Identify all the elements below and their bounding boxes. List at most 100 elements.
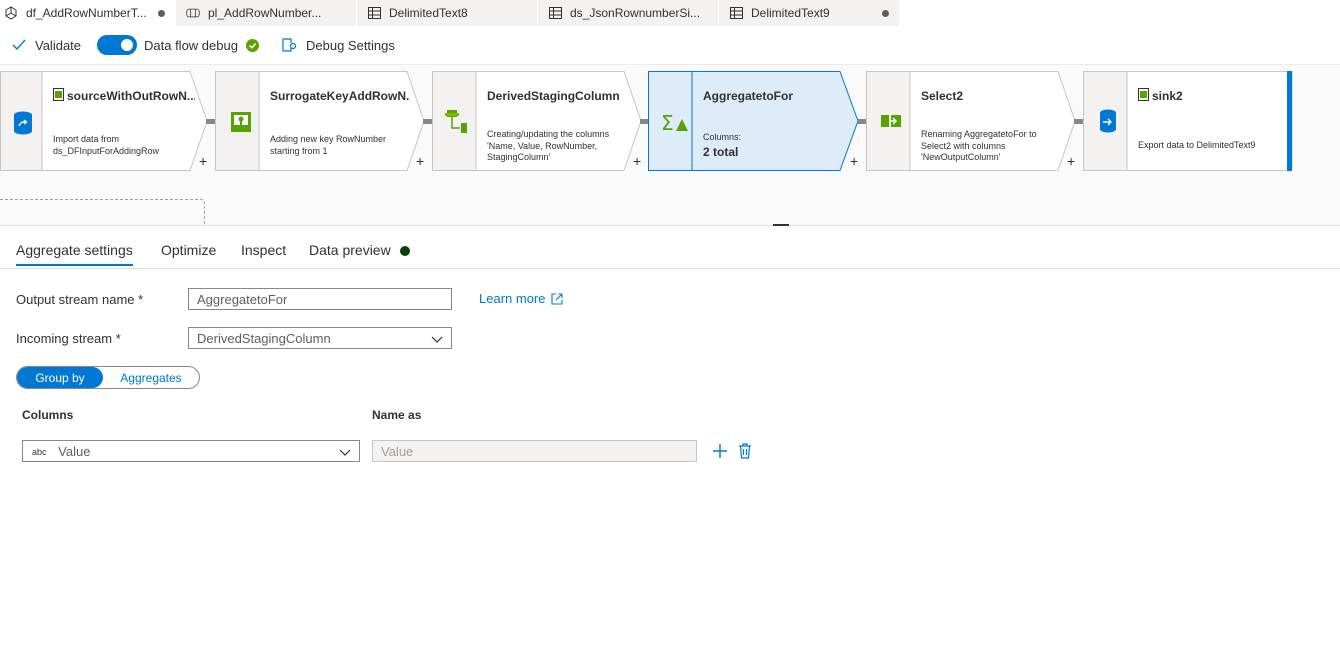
node-title: Select2 bbox=[921, 89, 964, 103]
output-stream-input[interactable]: AggregatetoFor bbox=[188, 288, 452, 310]
node-columns-total: 2 total bbox=[703, 145, 739, 159]
aggregates-button[interactable]: Aggregates bbox=[103, 367, 199, 388]
node-description: Creating/updating the columns 'Name, Val… bbox=[487, 129, 609, 164]
trash-icon bbox=[739, 443, 751, 459]
tab-label: df_AddRowNumberT... bbox=[26, 6, 147, 20]
canvas-right-edge bbox=[1287, 71, 1292, 171]
tab-ds-json[interactable]: ds_JsonRownumberSi... bbox=[538, 0, 718, 26]
node-description: Adding new key RowNumber starting from 1 bbox=[270, 134, 386, 157]
dataset-icon bbox=[1138, 88, 1149, 106]
tab-inspect[interactable]: Inspect bbox=[241, 242, 286, 258]
node-desc-line: Renaming AggregatetoFor to bbox=[921, 129, 1037, 139]
validate-button[interactable]: Validate bbox=[12, 26, 81, 64]
group-by-button[interactable]: Group by bbox=[17, 367, 103, 388]
debug-settings-button[interactable]: Debug Settings bbox=[281, 26, 395, 64]
plus-icon bbox=[713, 444, 727, 458]
column-select[interactable]: abc Value bbox=[22, 440, 360, 462]
node-columns-label: Columns: bbox=[703, 132, 742, 142]
node-desc-line: 'NewOutputColumn' bbox=[921, 152, 1001, 162]
node-desc-line: ds_DFInputForAddingRow bbox=[53, 145, 160, 156]
node-description: Import data from ds_DFInputForAddingRow bbox=[53, 134, 159, 157]
node-surrogate-key[interactable]: SurrogateKeyAddRowN... Adding new key Ro… bbox=[215, 71, 425, 171]
debug-toggle[interactable]: Data flow debug bbox=[97, 26, 259, 64]
node-desc-line: Adding new key RowNumber bbox=[270, 134, 387, 144]
debug-label: Data flow debug bbox=[144, 37, 238, 53]
resize-handle[interactable] bbox=[773, 224, 789, 226]
node-desc-line: Creating/updating the columns bbox=[487, 129, 610, 139]
node-sink[interactable]: sink2 Export data to DelimitedText9 bbox=[1083, 71, 1293, 171]
chevron-down-icon bbox=[339, 445, 351, 460]
incoming-stream-value: DerivedStagingColumn bbox=[197, 331, 331, 346]
learn-more-link[interactable]: Learn more bbox=[479, 291, 564, 306]
node-source[interactable]: sourceWithOutRowN... Import data from ds… bbox=[0, 71, 208, 171]
node-desc-line: Export data to DelimitedText9 bbox=[1138, 140, 1256, 150]
validate-label: Validate bbox=[35, 37, 82, 53]
node-description: Renaming AggregatetoFor to Select2 with … bbox=[921, 129, 1037, 164]
name-as-header: Name as bbox=[372, 408, 422, 422]
add-step-button[interactable]: + bbox=[1067, 153, 1075, 169]
node-derived-column[interactable]: DerivedStagingColumn Creating/updating t… bbox=[432, 71, 642, 171]
tab-label: pl_AddRowNumber... bbox=[208, 6, 322, 20]
status-dot-icon bbox=[400, 246, 410, 256]
node-title: SurrogateKeyAddRowN... bbox=[270, 89, 410, 103]
tab-optimize[interactable]: Optimize bbox=[161, 242, 216, 258]
tab-label: ds_JsonRownumberSi... bbox=[570, 6, 701, 20]
external-link-icon bbox=[551, 292, 564, 305]
node-select[interactable]: Select2 Renaming AggregatetoFor to Selec… bbox=[866, 71, 1076, 171]
node-aggregate[interactable]: Σ AggregatetoFor Columns: 2 total + bbox=[648, 71, 860, 171]
settings-panel-tabs: Aggregate settings Optimize Inspect Data… bbox=[0, 236, 1340, 269]
name-as-input: Value bbox=[372, 440, 697, 462]
node-desc-line: Select2 with columns bbox=[921, 140, 1006, 151]
tab-label: DelimitedText9 bbox=[751, 6, 830, 20]
tab-dataflow[interactable]: df_AddRowNumberT... bbox=[0, 0, 175, 26]
document-tab-bar: df_AddRowNumberT... pl_AddRowNumber... D… bbox=[0, 0, 1340, 26]
chevron-down-icon bbox=[431, 332, 443, 347]
derived-column-icon bbox=[445, 109, 467, 133]
dataset-icon bbox=[53, 88, 64, 106]
svg-text:Σ: Σ bbox=[661, 111, 674, 133]
tab-aggregate-settings[interactable]: Aggregate settings bbox=[16, 242, 133, 266]
add-step-button[interactable]: + bbox=[850, 153, 858, 169]
add-row-button[interactable] bbox=[712, 443, 728, 459]
groupby-aggregates-toggle[interactable]: Group by Aggregates bbox=[16, 366, 200, 389]
node-title: sink2 bbox=[1152, 89, 1183, 103]
tab-delimitedtext8[interactable]: DelimitedText8 bbox=[357, 0, 537, 26]
node-description: Export data to DelimitedText9 bbox=[1138, 140, 1256, 152]
canvas-placeholder-node[interactable] bbox=[0, 199, 205, 225]
aggregate-icon: Σ bbox=[661, 111, 688, 135]
node-title: sourceWithOutRowN... bbox=[67, 89, 195, 103]
unsaved-dot-icon bbox=[882, 9, 889, 17]
add-step-button[interactable]: + bbox=[199, 153, 207, 169]
tab-data-preview[interactable]: Data preview bbox=[309, 242, 391, 258]
unsaved-dot-icon bbox=[158, 9, 165, 17]
table-icon bbox=[548, 6, 562, 20]
dataflow-canvas[interactable]: sourceWithOutRowN... Import data from ds… bbox=[0, 65, 1340, 226]
checkmark-icon bbox=[12, 39, 26, 51]
tab-delimitedtext9[interactable]: DelimitedText9 bbox=[719, 0, 899, 26]
node-title: DerivedStagingColumn bbox=[487, 89, 620, 103]
toolbar: Validate Data flow debug Debug Settings bbox=[0, 26, 1340, 65]
debug-settings-label: Debug Settings bbox=[306, 37, 395, 53]
incoming-stream-select[interactable]: DerivedStagingColumn bbox=[188, 327, 452, 349]
learn-more-label: Learn more bbox=[479, 291, 546, 306]
select-icon bbox=[880, 113, 902, 135]
node-desc-line: StagingColumn' bbox=[487, 152, 551, 162]
sink-icon bbox=[1098, 109, 1120, 133]
table-icon bbox=[729, 6, 743, 20]
add-step-button[interactable]: + bbox=[416, 153, 424, 169]
tab-pipeline[interactable]: pl_AddRowNumber... bbox=[176, 0, 356, 26]
dataflow-icon bbox=[4, 6, 18, 20]
tab-label: DelimitedText8 bbox=[389, 6, 468, 20]
debug-toggle-switch[interactable] bbox=[97, 35, 137, 55]
node-desc-line: 'Name, Value, RowNumber, bbox=[487, 140, 598, 151]
columns-header: Columns bbox=[22, 408, 74, 422]
pipeline-icon bbox=[186, 6, 200, 20]
node-title: AggregatetoFor bbox=[703, 89, 793, 103]
table-icon bbox=[367, 6, 381, 20]
delete-row-button[interactable] bbox=[738, 443, 752, 459]
column-value: Value bbox=[58, 444, 91, 459]
debug-settings-icon bbox=[281, 37, 297, 53]
column-type-badge: abc bbox=[32, 447, 47, 457]
add-step-button[interactable]: + bbox=[633, 153, 641, 169]
node-desc-line: Import data from bbox=[53, 134, 120, 144]
